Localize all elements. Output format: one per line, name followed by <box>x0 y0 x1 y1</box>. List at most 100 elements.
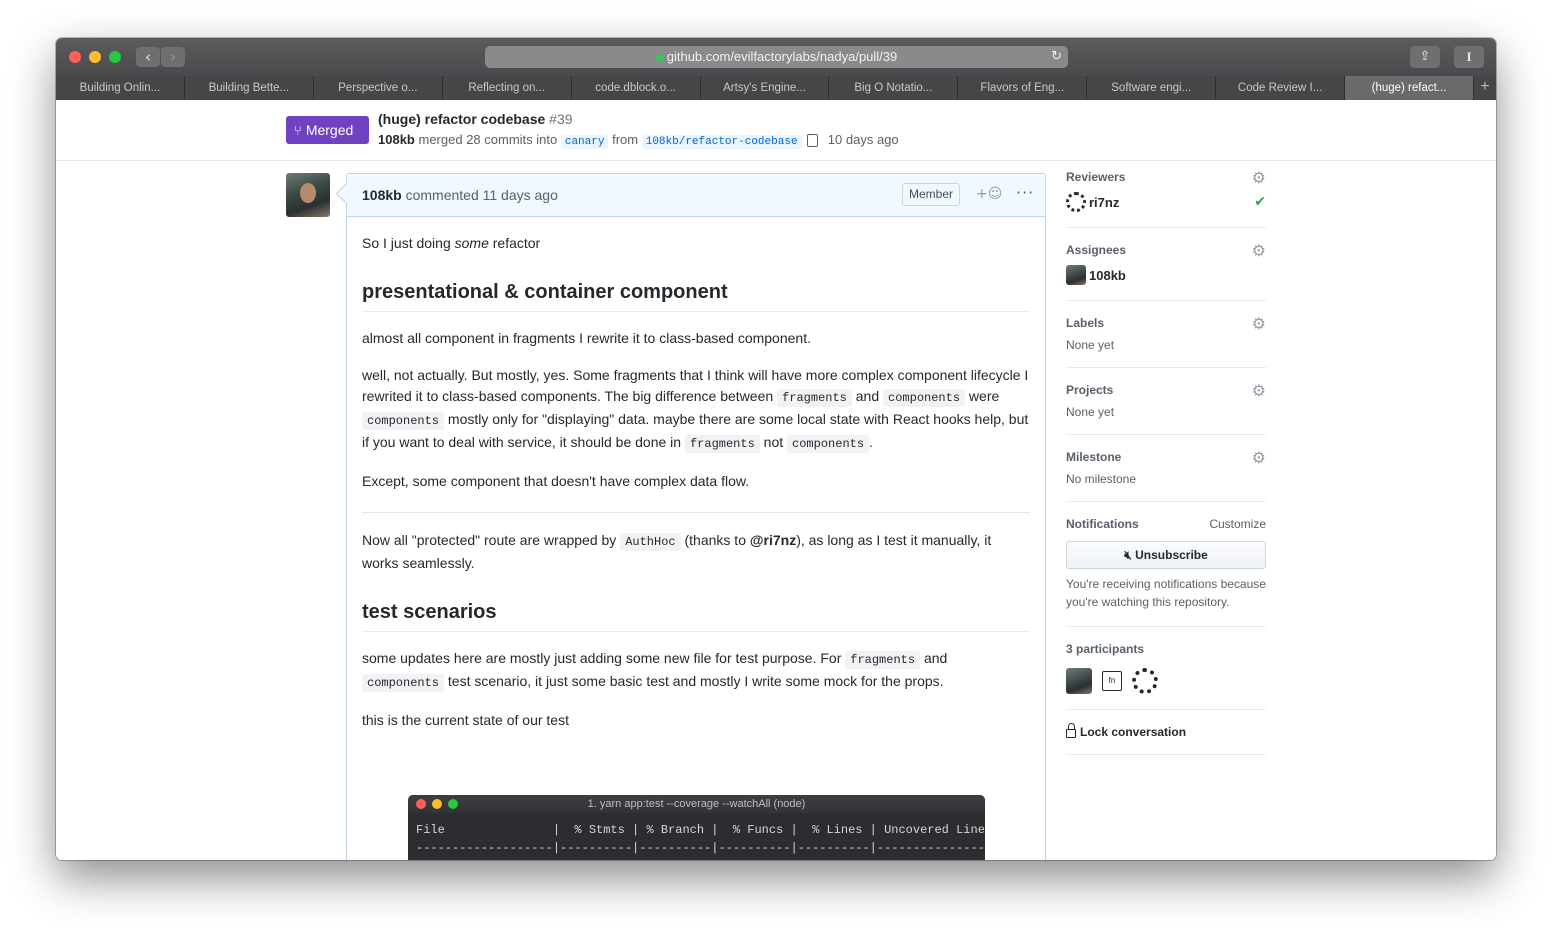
heading-test-scenarios: test scenarios <box>362 600 1030 632</box>
browser-tab[interactable]: Big O Notatio... <box>829 76 959 100</box>
inline-code: fragments <box>684 435 760 453</box>
inline-code: fragments <box>777 389 852 407</box>
browser-tab[interactable]: Software engi... <box>1087 76 1217 100</box>
assignee-item: 108kb <box>1066 265 1266 285</box>
text: and <box>851 388 884 404</box>
reviewers-section: Reviewers ⚙ ri7nz ✔ <box>1066 170 1266 228</box>
tab-bar: Building Onlin... Building Bette... Pers… <box>56 76 1496 100</box>
browser-tab[interactable]: Building Onlin... <box>56 76 185 100</box>
mute-icon: 🔇︎ <box>1124 548 1132 562</box>
text: were <box>965 388 1000 404</box>
labels-section: Labels ⚙ None yet <box>1066 301 1266 368</box>
close-window-button[interactable] <box>69 51 81 63</box>
comment-header: 108kb commented 11 days ago Member +☺ ··… <box>347 174 1045 217</box>
participant-avatar[interactable] <box>1132 668 1158 694</box>
assignee-name[interactable]: 108kb <box>1089 268 1126 283</box>
lock-conversation-button[interactable]: Lock conversation <box>1066 723 1266 739</box>
merged-label: Merged <box>305 122 354 138</box>
browser-tab[interactable]: Perspective o... <box>313 76 443 100</box>
url-text: github.com/evilfactorylabs/nadya/pull/39 <box>666 49 898 64</box>
terminal-header-row: File | % Stmts | % Branch | % Funcs | % … <box>416 823 985 837</box>
participants-title: 3 participants <box>1066 642 1145 656</box>
browser-tab[interactable]: code.dblock.o... <box>571 76 701 100</box>
labels-value: None yet <box>1066 338 1115 352</box>
gear-icon[interactable]: ⚙ <box>1252 450 1266 466</box>
gear-icon[interactable]: ⚙ <box>1252 170 1266 186</box>
pr-title: (huge) refactor codebase #39 <box>378 111 573 127</box>
browser-tab[interactable]: Artsy's Engine... <box>700 76 830 100</box>
secure-icon <box>655 53 664 62</box>
gear-icon[interactable]: ⚙ <box>1252 316 1266 332</box>
gear-icon[interactable]: ⚙ <box>1252 383 1266 399</box>
assignee-avatar[interactable] <box>1066 265 1086 285</box>
pr-number: #39 <box>549 111 573 127</box>
minimize-window-button[interactable] <box>89 51 101 63</box>
browser-tab[interactable]: Code Review I... <box>1216 76 1346 100</box>
unsubscribe-button[interactable]: 🔇︎ Unsubscribe <box>1066 541 1266 569</box>
terminal-title: 1. yarn app:test --coverage --watchAll (… <box>587 798 806 810</box>
more-options-icon[interactable]: ··· <box>1016 183 1034 202</box>
participants-list: fn <box>1066 668 1266 694</box>
gear-icon[interactable]: ⚙ <box>1252 243 1266 259</box>
address-bar[interactable]: github.com/evilfactorylabs/nadya/pull/39… <box>485 46 1068 68</box>
forward-button[interactable]: › <box>161 47 185 67</box>
reviewer-name[interactable]: ri7nz <box>1089 195 1119 210</box>
chevron-right-icon: › <box>170 48 176 66</box>
milestone-value: No milestone <box>1066 472 1137 486</box>
pr-header: ⑂ Merged (huge) refactor codebase #39 108… <box>56 100 1496 161</box>
share-icon: ⇪ <box>1419 49 1431 64</box>
head-branch[interactable]: 108kb/refactor-codebase <box>641 135 802 149</box>
reload-icon[interactable]: ↻ <box>1051 46 1062 68</box>
paragraph: almost all component in fragments I rewr… <box>362 330 811 346</box>
pr-title-text: (huge) refactor codebase <box>378 111 546 127</box>
inline-code: fragments <box>845 651 921 669</box>
comment-action[interactable]: commented 11 days ago <box>406 187 558 203</box>
sidebar: Reviewers ⚙ ri7nz ✔ Assignees ⚙ 108kb La… <box>1066 170 1266 755</box>
pr-merged-text: merged 28 commits into <box>418 132 558 147</box>
notifications-section: Notifications Customize 🔇︎ Unsubscribe Y… <box>1066 502 1266 627</box>
paragraph: well, not actually. But mostly, yes. Som… <box>362 365 1030 455</box>
comment-author-link[interactable]: 108kb <box>362 187 402 203</box>
page-content: ⑂ Merged (huge) refactor codebase #39 108… <box>56 100 1496 860</box>
clipboard-icon[interactable] <box>807 134 819 148</box>
back-button[interactable]: ‹ <box>136 47 160 67</box>
participant-avatar[interactable] <box>1066 668 1092 694</box>
customize-link[interactable]: Customize <box>1209 517 1266 531</box>
inline-code: components <box>787 435 870 453</box>
terminal-screenshot: 1. yarn app:test --coverage --watchAll (… <box>408 795 985 860</box>
participant-avatar[interactable]: fn <box>1102 671 1122 691</box>
pr-from-text: from <box>612 132 639 147</box>
browser-tab[interactable]: Reflecting on... <box>442 76 572 100</box>
terminal-zoom-dot <box>448 799 458 809</box>
base-branch[interactable]: canary <box>560 135 609 149</box>
pr-time: 10 days ago <box>827 132 899 147</box>
heading-presentational: presentational & container component <box>362 280 1030 312</box>
paragraph: some updates here are mostly just adding… <box>362 648 1030 694</box>
browser-tab[interactable]: Flavors of Eng... <box>958 76 1088 100</box>
comment-author-avatar[interactable] <box>286 173 330 217</box>
fullscreen-window-button[interactable] <box>109 51 121 63</box>
new-tab-button[interactable]: + <box>1473 76 1496 100</box>
approved-check-icon: ✔ <box>1254 194 1266 210</box>
user-mention-link[interactable]: @ri7nz <box>750 532 796 548</box>
share-button[interactable]: ⇪ <box>1410 46 1440 68</box>
pr-author-link[interactable]: 108kb <box>378 132 415 147</box>
terminal-titlebar: 1. yarn app:test --coverage --watchAll (… <box>408 795 985 813</box>
add-reaction-icon[interactable]: +☺ <box>976 186 1002 202</box>
paragraph: this is the current state of our test <box>362 712 569 728</box>
reviewer-avatar[interactable] <box>1066 192 1086 212</box>
browser-tab[interactable]: Building Bette... <box>184 76 314 100</box>
reader-button[interactable]: I <box>1454 46 1484 68</box>
browser-tab-active[interactable]: (huge) refact... <box>1345 76 1474 100</box>
browser-window: ‹ › github.com/evilfactorylabs/nadya/pul… <box>56 38 1496 860</box>
comment-box: 108kb commented 11 days ago Member +☺ ··… <box>346 173 1046 860</box>
participants-section: 3 participants fn <box>1066 627 1266 710</box>
inline-code: components <box>362 412 445 430</box>
text: So I just doing <box>362 235 455 251</box>
merged-status-badge: ⑂ Merged <box>286 116 369 144</box>
projects-value: None yet <box>1066 405 1115 419</box>
lock-label: Lock conversation <box>1080 725 1187 739</box>
comment-intro: So I just doing some refactor <box>362 233 1030 254</box>
text: not <box>759 434 788 450</box>
text: and <box>920 650 948 666</box>
